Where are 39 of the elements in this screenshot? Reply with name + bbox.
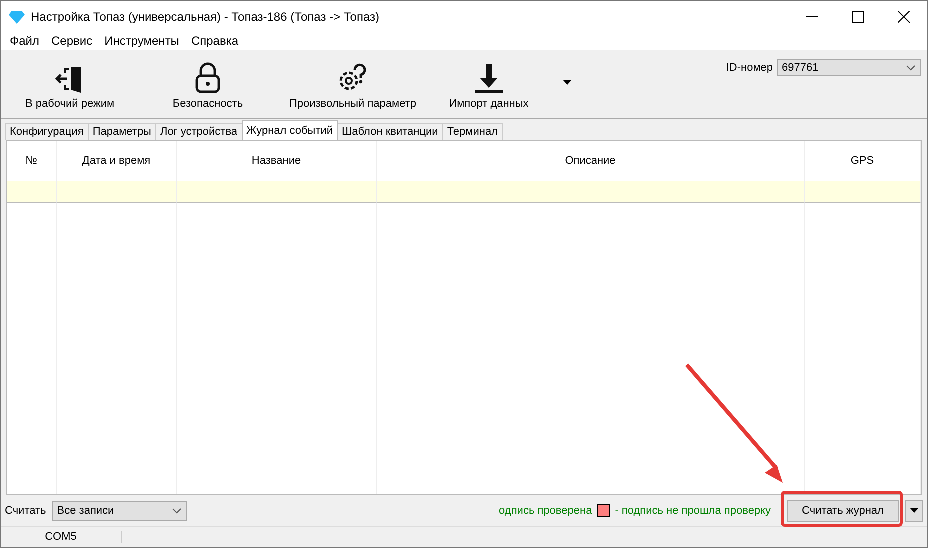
menu-item[interactable]: Файл: [4, 34, 46, 48]
read-mode-dropdown[interactable]: Все записи: [52, 500, 188, 520]
minimize-icon: [806, 16, 818, 18]
table-cell[interactable]: [805, 181, 921, 203]
menu-item[interactable]: Инструменты: [98, 34, 186, 48]
chevron-down-icon: [172, 508, 182, 514]
window-title: Настройка Топаз (универсальная) - Топаз-186 (Топаз -> Топаз): [30, 10, 380, 24]
tab[interactable]: Лог устройства: [155, 123, 243, 140]
close-icon: [898, 10, 910, 22]
table-cell[interactable]: [177, 181, 377, 203]
table-cell[interactable]: [377, 181, 805, 203]
tab[interactable]: Терминал: [442, 123, 503, 140]
menu-item[interactable]: Справка: [185, 34, 245, 48]
read-label: Считать: [5, 504, 46, 516]
tab[interactable]: Журнал событий: [242, 120, 338, 140]
table-cell[interactable]: [7, 181, 57, 203]
toolbar-button[interactable]: Импорт данных: [429, 58, 549, 110]
id-dropdown[interactable]: 697761: [777, 59, 921, 76]
chevron-down-icon: [906, 64, 916, 70]
tab[interactable]: Параметры: [88, 123, 156, 140]
maximize-icon: [852, 10, 864, 22]
caret-down-icon: [910, 508, 918, 513]
tab[interactable]: Конфигурация: [5, 123, 89, 140]
menu-item[interactable]: Сервис: [46, 34, 99, 48]
lock-icon: [195, 62, 221, 94]
table-cell[interactable]: [57, 181, 177, 203]
toolbar-button[interactable]: Безопасность: [139, 58, 277, 110]
dropdown-arrow-button[interactable]: [905, 500, 923, 522]
download-icon: [473, 62, 505, 94]
caret-down-icon: [563, 80, 572, 85]
toolbar-button[interactable]: Произвольный параметр: [277, 58, 429, 110]
toolbar-button[interactable]: В рабочий режим: [1, 58, 139, 110]
read-log-button[interactable]: Считать журнал: [787, 500, 899, 522]
status-text: COM5: [1, 531, 122, 543]
tab[interactable]: Шаблон квитанции: [337, 123, 444, 140]
gem-icon: [9, 10, 25, 24]
id-label: ID-номер: [726, 62, 773, 74]
legend-text: - подпись не прошла проверку: [615, 504, 771, 516]
legend-text: одпись проверена: [499, 504, 592, 516]
